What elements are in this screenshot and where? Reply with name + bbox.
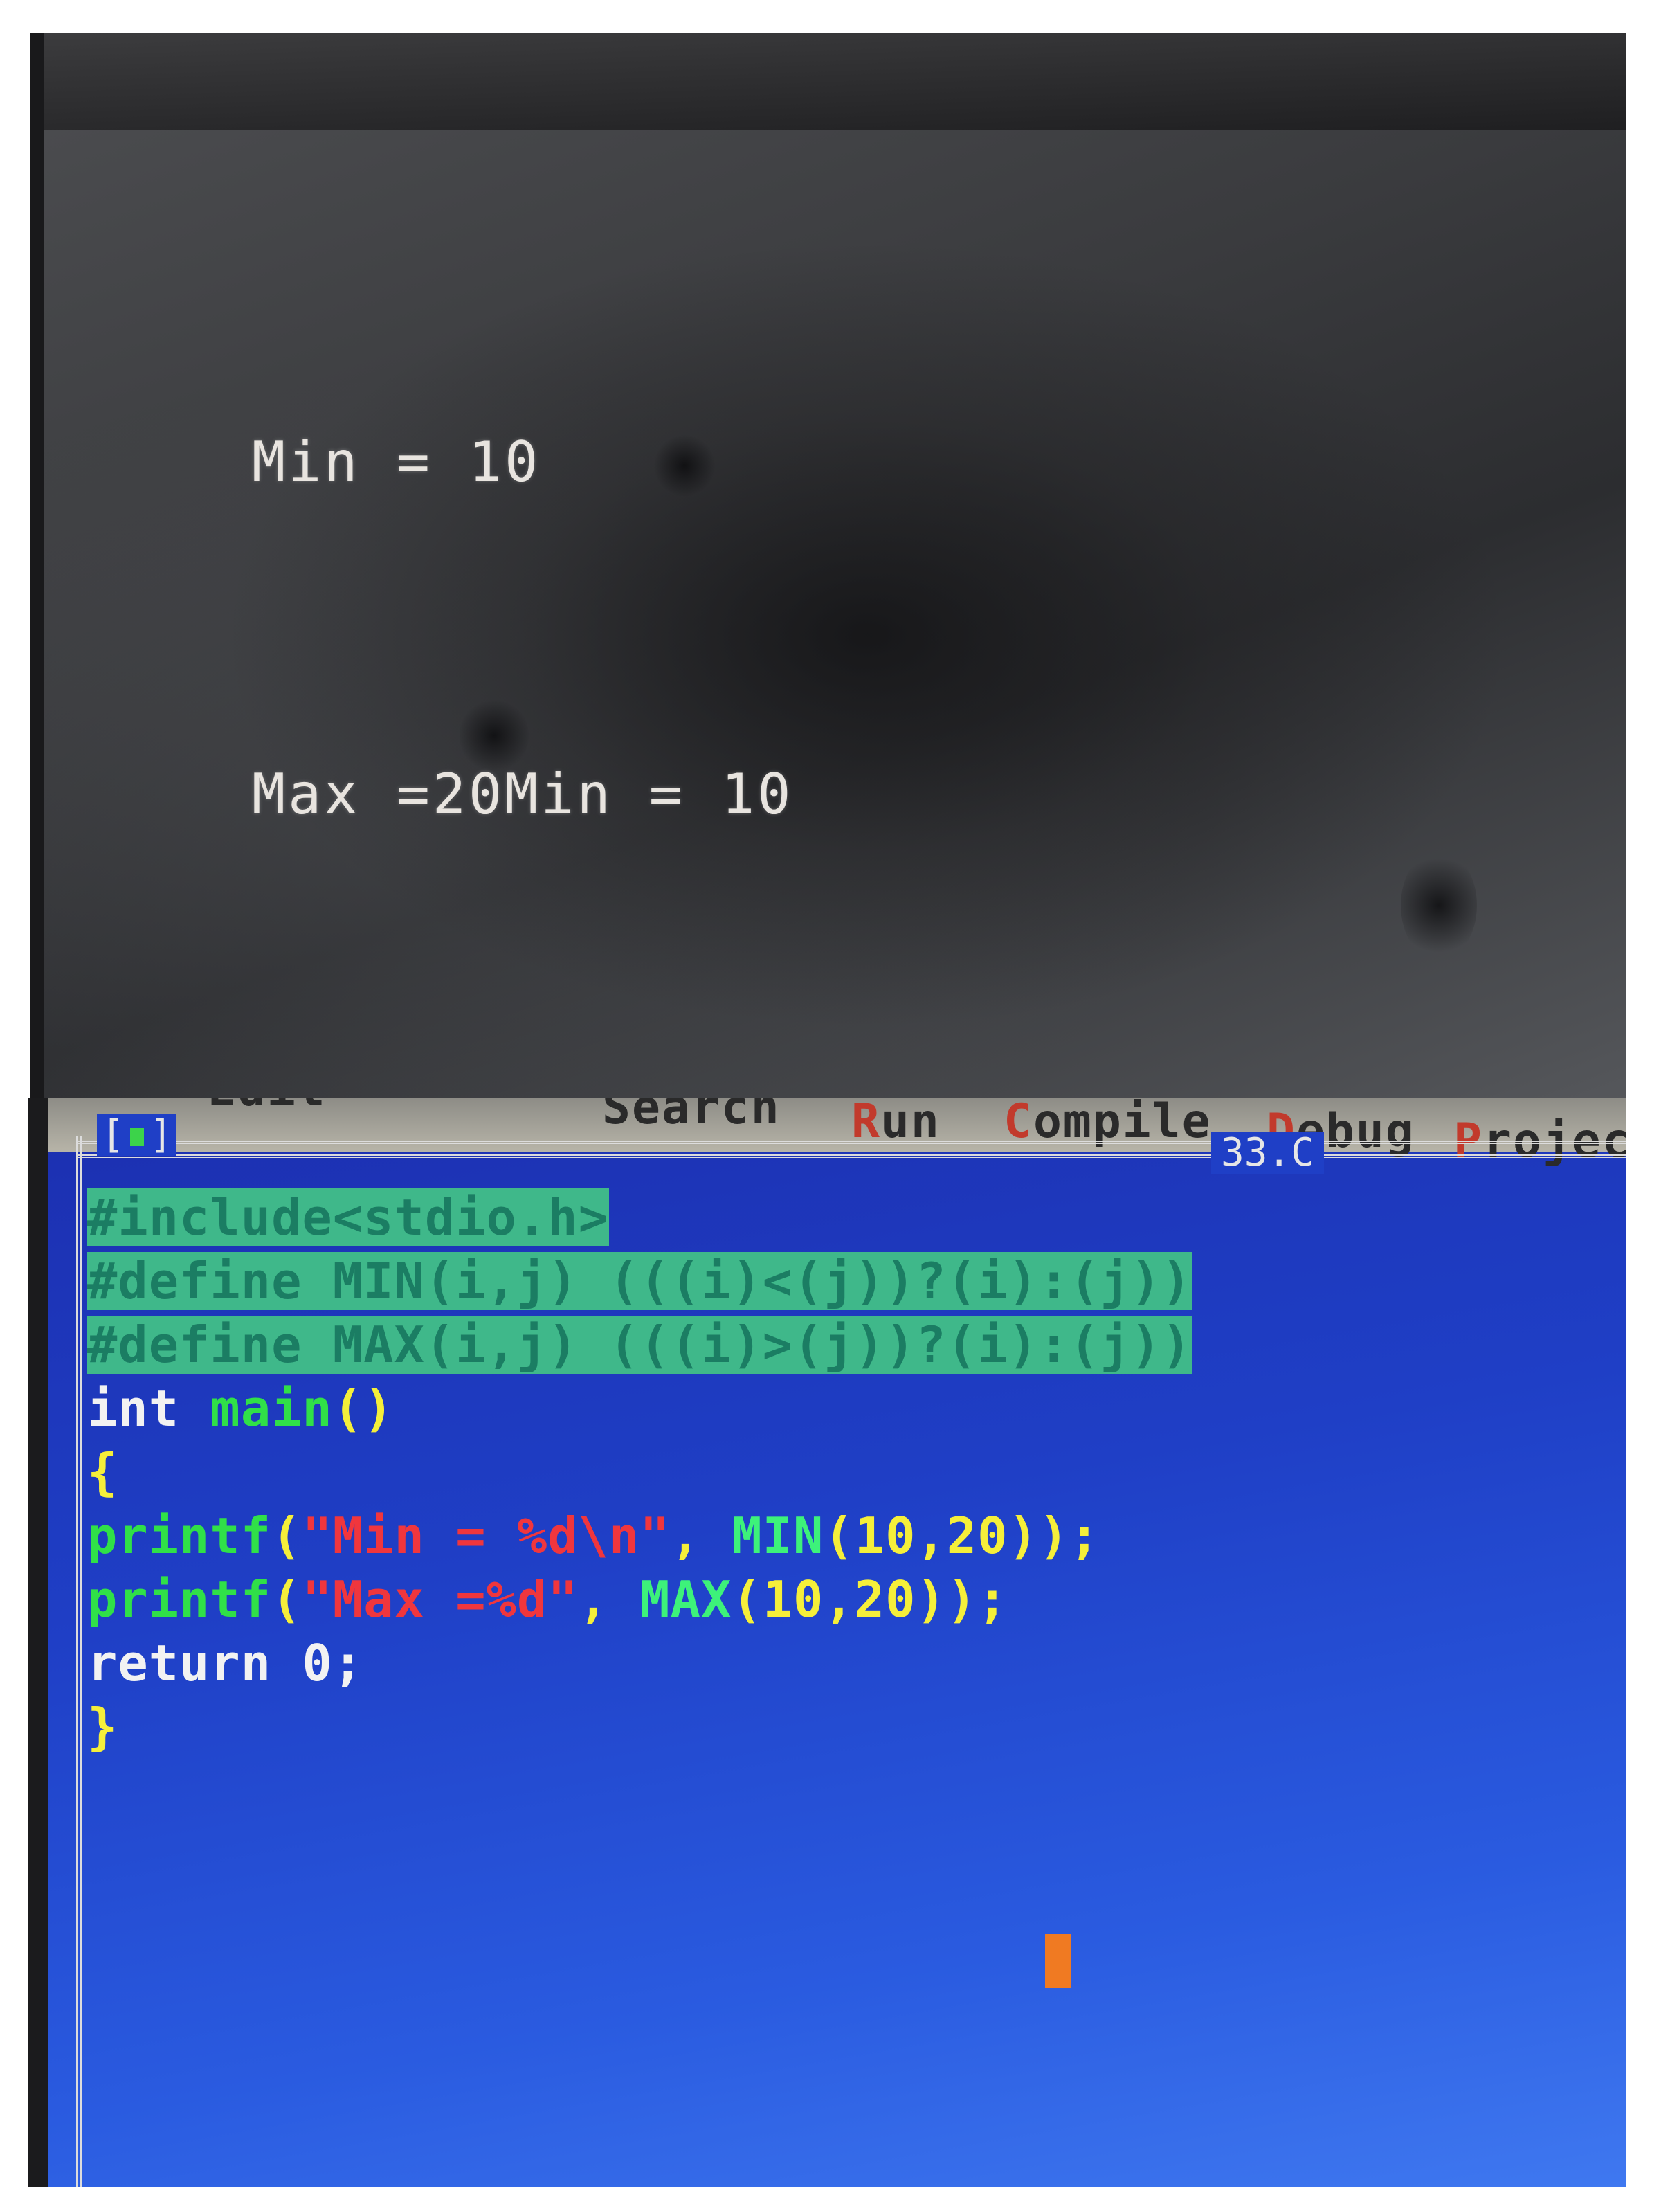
open-brace: {: [87, 1443, 118, 1501]
window-frame-top-inner: [76, 1154, 1626, 1158]
editor-screen: Edit Search Run Compile Debug Project []…: [48, 1098, 1626, 2187]
code-line-1: #include<stdio.h>: [87, 1186, 1626, 1250]
output-line-3: Max =20: [252, 1071, 793, 1100]
keyword-int: int: [87, 1379, 210, 1438]
code-line-4: int main(): [87, 1377, 1626, 1441]
selection-highlight: #define MIN(i,j) (((i)<(j))?(i):(j)): [87, 1252, 1192, 1310]
code-line-3: #define MAX(i,j) (((i)>(j))?(i):(j)): [87, 1314, 1626, 1377]
editor-screen-photo: Edit Search Run Compile Debug Project []…: [28, 1098, 1626, 2187]
code-line-2: #define MIN(i,j) (((i)<(j))?(i):(j)): [87, 1250, 1626, 1314]
define-min: #define MIN(i,j) (((i)<(j))?(i):(j)): [87, 1252, 1192, 1310]
window-frame-left: [76, 1136, 82, 2187]
code-line-8: return 0;: [87, 1632, 1626, 1696]
file-title: 33.C: [1211, 1132, 1324, 1174]
output-line-2: Max =20Min = 10: [252, 762, 794, 826]
menu-search[interactable]: Search: [602, 1098, 781, 1138]
window-close-button[interactable]: []: [97, 1114, 177, 1156]
mouse-cursor-block: [1045, 1934, 1071, 1988]
close-brace: }: [87, 1698, 118, 1756]
printf-call: printf: [87, 1507, 272, 1565]
window-frame-top: [76, 1141, 1626, 1144]
string-literal: "Min = %d\n": [302, 1507, 671, 1565]
define-max: #define MAX(i,j) (((i)>(j))?(i):(j)): [87, 1316, 1192, 1374]
console-output: Min = 10 Max =20Min = 10 Max =20: [252, 185, 793, 1100]
menu-project[interactable]: Project: [1453, 1117, 1626, 1171]
selection-highlight: #include<stdio.h>: [87, 1188, 609, 1246]
parens: (): [332, 1379, 394, 1438]
menu-edit[interactable]: Edit: [208, 1098, 327, 1120]
string-literal: "Max =%d": [302, 1570, 579, 1629]
function-main: main: [210, 1379, 333, 1438]
return-statement: return 0;: [87, 1634, 364, 1692]
screen-smudge: [1401, 850, 1477, 961]
code-line-9: }: [87, 1696, 1626, 1759]
macro-max: MAX: [639, 1570, 732, 1629]
monitor-bezel-left: [30, 33, 44, 1100]
close-box-icon: [129, 1127, 144, 1146]
code-line-7: printf("Max =%d", MAX(10,20));: [87, 1570, 1008, 1629]
code-editor[interactable]: #include<stdio.h> #define MIN(i,j) (((i)…: [87, 1186, 1626, 1759]
code-line-5: {: [87, 1441, 1626, 1505]
macro-min: MIN: [732, 1507, 824, 1565]
output-screen: Min = 10 Max =20Min = 10 Max =20: [44, 130, 1626, 1100]
printf-call: printf: [87, 1570, 272, 1629]
selection-highlight: #define MAX(i,j) (((i)>(j))?(i):(j)): [87, 1316, 1192, 1374]
monitor-bezel: [30, 33, 1626, 130]
output-screen-photo: Min = 10 Max =20Min = 10 Max =20: [30, 33, 1626, 1100]
output-line-1: Min = 10: [252, 430, 541, 494]
include-directive: #include<stdio.h>: [87, 1188, 609, 1246]
code-line-6: printf("Min = %d\n", MIN(10,20));: [87, 1507, 1100, 1565]
